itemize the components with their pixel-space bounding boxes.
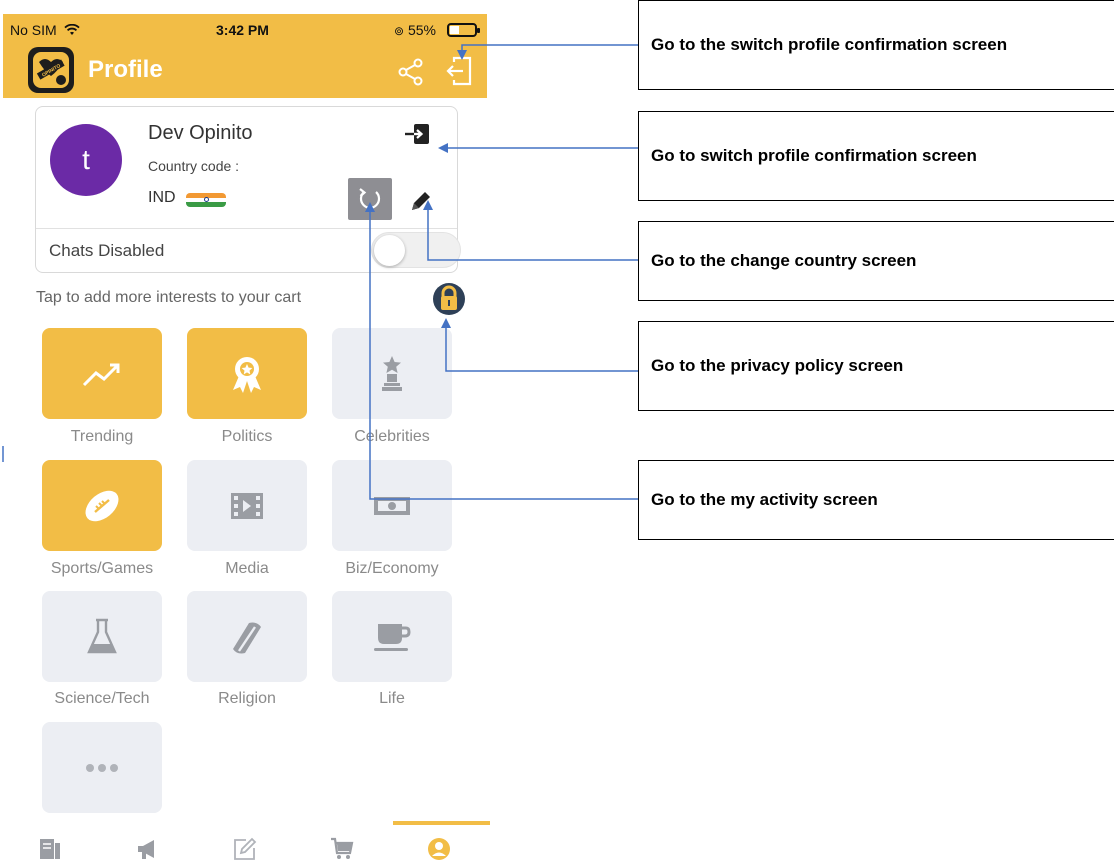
interest-tile-politics[interactable] [187,328,307,419]
interest-tile-sports[interactable] [42,460,162,551]
economy-icon [374,496,410,515]
annotation-text: Go to the change country screen [651,251,917,270]
megaphone-icon[interactable] [134,836,160,862]
avatar: t [50,124,122,196]
celebrities-icon [382,355,402,391]
interest-label: Politics [221,428,273,445]
share-icon[interactable] [398,58,424,86]
annotation-stray-mark [2,446,4,462]
chats-toggle[interactable] [371,232,461,268]
interest-label: Science/Tech [54,690,150,707]
switch-profile-icon[interactable] [446,56,474,86]
interest-label: Sports/Games [50,560,154,577]
religion-icon [233,622,261,653]
my-activity-button[interactable] [348,178,392,220]
annotation-privacy-policy: Go to the privacy policy screen [638,321,1114,411]
history-icon [359,188,381,209]
wifi-icon [63,23,80,35]
interest-tile-religion[interactable] [187,591,307,682]
annotation-text: Go to the my activity screen [651,490,878,509]
nav-active-indicator [393,821,490,825]
annotation-text: Go to the switch profile confirmation sc… [651,35,1008,54]
interest-tile-science[interactable] [42,591,162,682]
privacy-lock-icon[interactable] [432,281,466,317]
opinito-logo-icon: OPINITO [33,52,69,88]
rotation-lock-icon: ⊚ [394,24,405,38]
interest-tile-economy[interactable] [332,460,452,551]
annotation-text: Go to switch profile confirmation screen [651,146,977,165]
phone-screen: No SIM 3:42 PM ⊚ 55% OPINITO Profile t D… [0,0,490,866]
interest-label: Media [225,560,269,577]
science-icon [87,618,117,653]
battery-percent: 55% [407,22,436,38]
politics-icon [233,356,261,393]
country-code-value: IND [148,189,176,206]
battery-label: ⊚ 55% [394,22,436,38]
profile-card: t Dev Opinito Country code : IND Chats D… [35,106,461,273]
interest-tile-more[interactable] [42,722,162,813]
feed-icon[interactable] [37,836,63,862]
carrier-text: No SIM [10,22,57,38]
app-logo: OPINITO [28,47,74,93]
life-icon [374,623,411,651]
carrier-label: No SIM [10,22,80,38]
sports-icon [85,490,119,521]
cart-icon[interactable] [329,836,355,862]
edit-country-icon[interactable] [408,188,434,214]
interests-hint: Tap to add more interests to your cart [36,289,302,306]
interest-label: Celebrities [354,428,430,445]
battery-icon [447,23,480,37]
card-divider [36,228,457,229]
media-icon [231,492,263,519]
interest-tile-celebrities[interactable] [332,328,452,419]
interest-label: Religion [218,690,276,707]
profile-name: Dev Opinito [148,122,253,144]
more-icon [86,763,118,772]
annotation-switch-profile-card: Go to switch profile confirmation screen [638,111,1114,201]
annotation-my-activity: Go to the my activity screen [638,460,1114,540]
interest-label: Trending [70,428,134,445]
profile-icon[interactable] [426,836,452,862]
status-time: 3:42 PM [216,22,269,38]
annotation-change-country: Go to the change country screen [638,221,1114,301]
compose-icon[interactable] [232,836,258,862]
annotation-switch-profile-header: Go to the switch profile confirmation sc… [638,0,1114,90]
chats-disabled-label: Chats Disabled [49,241,165,260]
interest-tile-trending[interactable] [42,328,162,419]
interest-label: Life [379,690,405,707]
country-code-label: Country code : [148,158,240,174]
page-title: Profile [88,56,163,83]
india-flag-icon [186,193,226,207]
interest-tile-life[interactable] [332,591,452,682]
switch-profile-icon[interactable] [404,123,430,145]
interest-label: Biz/Economy [345,560,439,577]
trending-icon [82,363,120,386]
interest-tile-media[interactable] [187,460,307,551]
annotation-text: Go to the privacy policy screen [651,356,904,375]
